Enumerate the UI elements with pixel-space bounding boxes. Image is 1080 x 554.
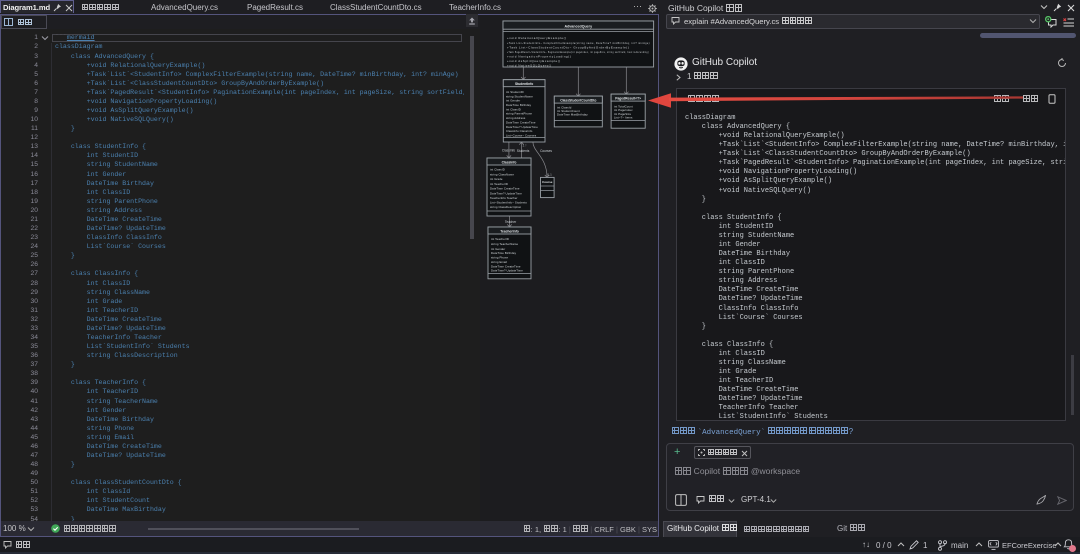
svg-text:List~Course~ Courses: List~Course~ Courses — [506, 133, 537, 137]
svg-text:1..*: 1..* — [523, 144, 527, 148]
svg-text:List~T~ Items: List~T~ Items — [614, 115, 633, 119]
svg-text:DateTime? UpdateTime: DateTime? UpdateTime — [491, 269, 523, 273]
svg-text:Students: Students — [517, 149, 530, 153]
svg-text:string ClassName: string ClassName — [490, 173, 514, 177]
svg-text:string Phone: string Phone — [491, 256, 508, 260]
svg-text:TeacherInfo: TeacherInfo — [500, 229, 518, 233]
svg-text:Courses: Courses — [540, 149, 552, 153]
svg-text:DateTime? UpdateTime: DateTime? UpdateTime — [490, 191, 522, 195]
svg-text:Course: Course — [542, 180, 553, 184]
svg-text:StudentInfo: StudentInfo — [515, 82, 533, 86]
svg-text:0..1: 0..1 — [547, 173, 552, 177]
svg-text:string ParentPhone: string ParentPhone — [506, 112, 532, 116]
svg-text:int TeacherID: int TeacherID — [490, 182, 508, 186]
svg-text:+void AsSplitQueryExample(): +void AsSplitQueryExample() — [507, 59, 561, 63]
svg-text:DateTime CreateTime: DateTime CreateTime — [490, 187, 520, 191]
svg-text:PagedResult<T>: PagedResult<T> — [615, 96, 641, 100]
svg-text:+Task List~ClassStudentCountDt: +Task List~ClassStudentCountDto~ GroupBy… — [507, 45, 629, 49]
svg-text:string Email: string Email — [491, 260, 507, 264]
svg-text:+void RelationalQueryExample(): +void RelationalQueryExample() — [507, 36, 567, 40]
svg-text:AdvancedQuery: AdvancedQuery — [565, 24, 593, 28]
svg-text:string StudentName: string StudentName — [506, 94, 533, 98]
svg-text:+Task List~StudentInfo~ Comple: +Task List~StudentInfo~ ComplexFilterExa… — [507, 41, 650, 45]
svg-text:int ClassID: int ClassID — [490, 167, 505, 171]
svg-text:string TeacherName: string TeacherName — [491, 242, 518, 246]
svg-text:List~StudentInfo~ Students: List~StudentInfo~ Students — [490, 200, 527, 204]
svg-text:DateTime Birthday: DateTime Birthday — [506, 103, 532, 107]
svg-text:ClassInfo: ClassInfo — [502, 149, 516, 153]
svg-text:ClassStudentCountDto: ClassStudentCountDto — [560, 98, 596, 102]
svg-text:Teacher: Teacher — [505, 220, 517, 224]
svg-text:int Grade: int Grade — [490, 177, 503, 181]
svg-text:string ClassDescription: string ClassDescription — [490, 205, 522, 209]
svg-text:+Task PagedResult~StudentInfo~: +Task PagedResult~StudentInfo~ Paginatio… — [507, 50, 649, 54]
svg-text:+void NativeSQLQuery(): +void NativeSQLQuery() — [507, 64, 552, 68]
svg-text:DateTime CreateTime: DateTime CreateTime — [506, 120, 536, 124]
svg-text:DateTime MaxBirthday: DateTime MaxBirthday — [557, 113, 588, 117]
svg-text:ClassInfo: ClassInfo — [502, 160, 517, 164]
svg-text:+void NavigationPropertyLoadin: +void NavigationPropertyLoading() — [507, 54, 571, 58]
svg-text:int TeacherID: int TeacherID — [491, 237, 509, 241]
